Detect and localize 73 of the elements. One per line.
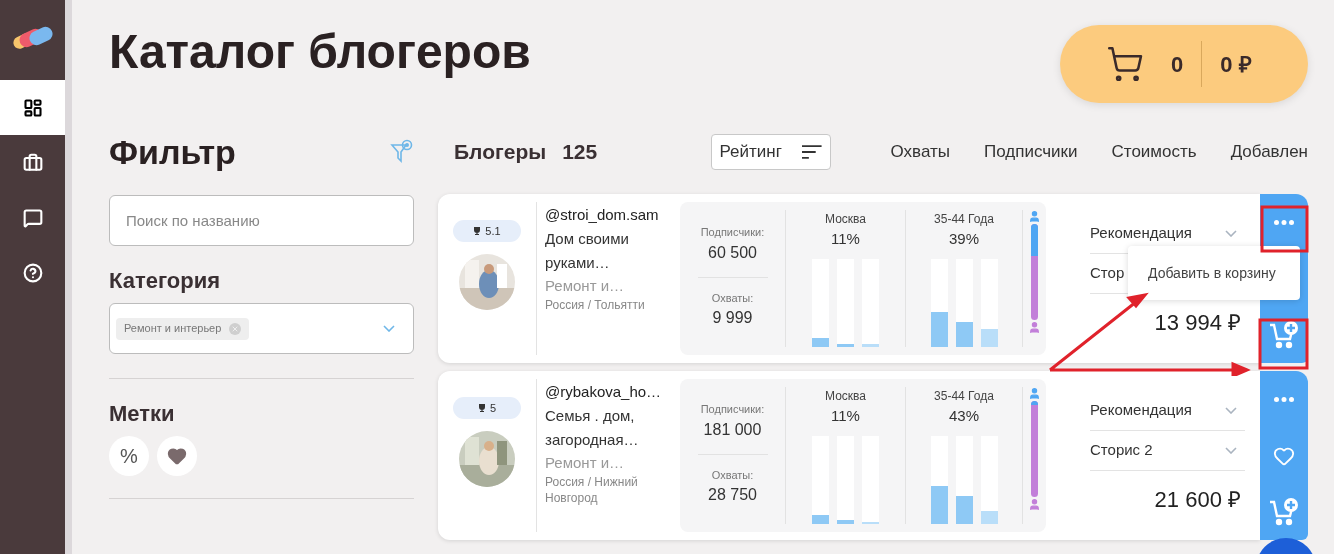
cart-count: 0 xyxy=(1171,50,1184,79)
blogger-description: Дом своими руками… xyxy=(545,228,630,273)
list-title: Блогеры xyxy=(454,139,547,166)
help-icon xyxy=(22,262,43,283)
blogger-category: Ремонт и… xyxy=(545,452,626,473)
blogger-handle: @rybakova_ho… xyxy=(545,382,663,402)
city-percent: 11% xyxy=(831,229,860,249)
filter-title: Фильтр xyxy=(109,131,236,173)
male-icon xyxy=(1028,210,1041,223)
category-label: Категория xyxy=(109,267,222,295)
blogger-location: Россия / Тольятти xyxy=(545,296,646,313)
female-icon xyxy=(1028,498,1041,511)
sort-option[interactable]: Рейтинг xyxy=(710,134,831,170)
sort-option[interactable]: Добавлен xyxy=(1230,139,1308,165)
heart-icon xyxy=(167,446,187,466)
reach-count: 9 999 xyxy=(712,308,753,328)
option-select[interactable]: Сторис 2 xyxy=(1090,431,1245,471)
city-label: Москва xyxy=(825,211,866,228)
chevron-icon xyxy=(1225,407,1237,414)
blogger-count: 125 xyxy=(562,139,598,166)
price: 13 994 ₽ xyxy=(1153,309,1242,337)
blogger-category: Ремонт и… xyxy=(545,275,626,296)
age-percent: 43% xyxy=(949,406,979,426)
rating-value: 5 xyxy=(489,400,497,416)
male-icon xyxy=(1028,387,1041,400)
more-icon xyxy=(1274,219,1294,225)
chevron-icon xyxy=(1225,230,1237,237)
cart-icon xyxy=(1106,45,1144,83)
sort-option[interactable]: Подписчики xyxy=(984,139,1078,165)
cart-summary[interactable]: 0 0 ₽ xyxy=(1060,25,1308,103)
cart-plus-icon xyxy=(1268,496,1300,528)
option-select[interactable]: Рекомендация xyxy=(1090,391,1245,431)
trophy-icon xyxy=(473,227,482,235)
blogger-handle: @stroi_dom.sam xyxy=(545,205,660,225)
blogger-location: Россия / Нижний Новгород xyxy=(545,473,639,506)
age-percent: 39% xyxy=(949,229,979,249)
category-select[interactable]: Ремонт и интерьер xyxy=(109,303,414,354)
trophy-icon xyxy=(477,404,486,412)
followers-label: Подписчики: xyxy=(700,225,765,240)
search-field[interactable]: Поиск по названию xyxy=(109,195,414,246)
blogger-description: Семья . дом, загородная… xyxy=(545,405,640,450)
age-label: 35-44 Года xyxy=(934,388,994,405)
add-to-cart-item[interactable]: Добавить в корзину xyxy=(1148,262,1276,284)
followers-label: Подписчики: xyxy=(700,402,765,417)
chat-icon xyxy=(22,207,43,228)
followers-count: 60 500 xyxy=(708,242,757,263)
reach-count: 28 750 xyxy=(708,485,757,505)
page-title: Каталог блогеров xyxy=(109,24,531,80)
price: 21 600 ₽ xyxy=(1153,486,1242,514)
category-chip: Ремонт и интерьер xyxy=(116,317,250,340)
cart-total: 0 ₽ xyxy=(1220,50,1252,79)
reach-label: Охваты: xyxy=(711,467,754,483)
briefcase-icon xyxy=(22,152,43,173)
chevron-icon xyxy=(383,325,395,332)
sort-icon xyxy=(801,145,822,159)
followers-count: 181 000 xyxy=(703,419,762,440)
rating-value: 5.1 xyxy=(485,223,501,239)
chevron-icon xyxy=(1225,447,1237,454)
cart-plus-icon xyxy=(1268,319,1300,351)
filter-icon xyxy=(390,139,414,165)
favorite-tag[interactable] xyxy=(157,436,197,476)
city-percent: 11% xyxy=(831,406,860,426)
city-label: Москва xyxy=(825,388,866,405)
tags-label: Метки xyxy=(109,400,176,428)
sidebar-item[interactable] xyxy=(0,80,65,135)
more-icon xyxy=(1274,396,1294,402)
female-icon xyxy=(1028,321,1041,334)
discount-tag[interactable]: % xyxy=(109,436,149,476)
sort-option[interactable]: Стоимость xyxy=(1111,139,1197,165)
age-label: 35-44 Года xyxy=(934,211,994,228)
sort-option[interactable]: Охваты xyxy=(890,139,950,165)
reach-label: Охваты: xyxy=(711,290,754,306)
dashboard-icon xyxy=(22,97,43,118)
